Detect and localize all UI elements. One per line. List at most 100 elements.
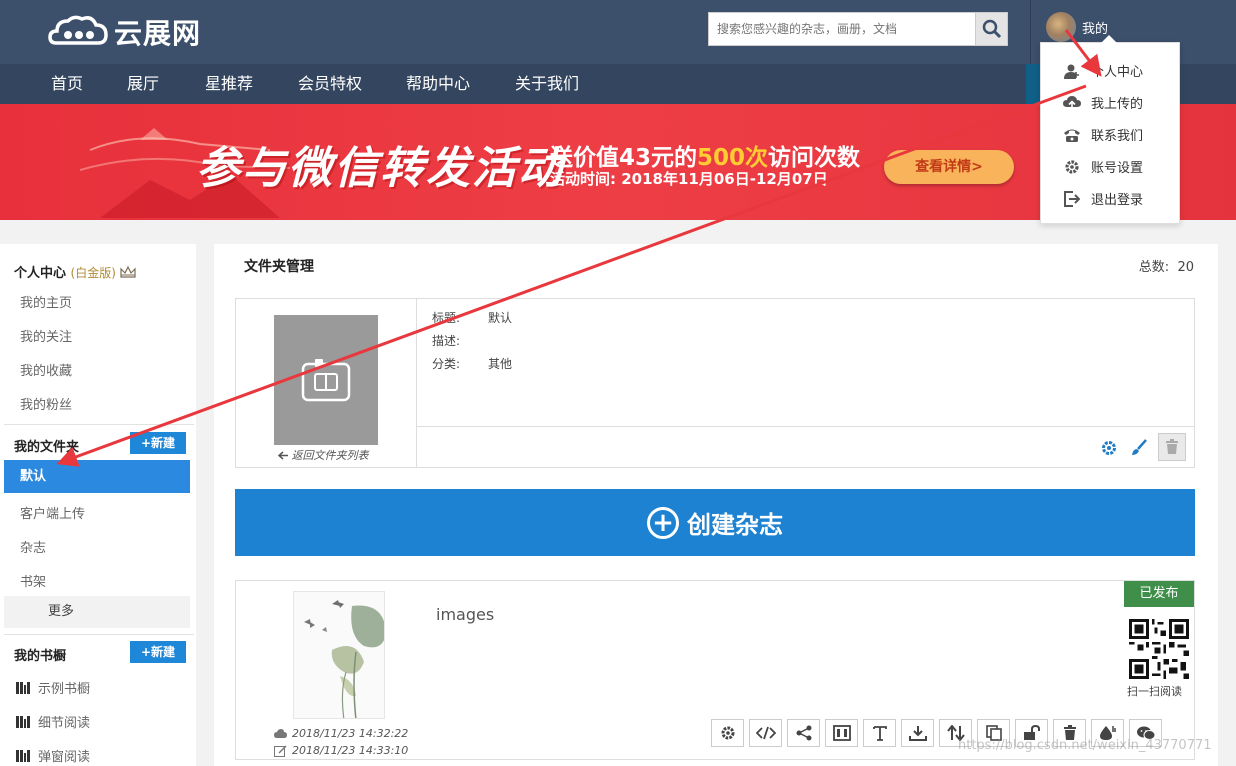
sidebar-item-following[interactable]: 我的关注 (20, 326, 72, 345)
created-date-value: 2018/11/23 14:32:22 (292, 727, 409, 740)
qr-code-image (1129, 619, 1189, 679)
title-key: 标题: (432, 311, 461, 325)
banner-period: 活动时间: 2018年11月06日-12月07日 (550, 170, 828, 188)
text-button[interactable] (863, 719, 896, 747)
sidebar-shelf-title: 我的书橱 (14, 649, 67, 664)
nav-help[interactable]: 帮助中心 (406, 64, 470, 104)
lotus-illustration (304, 600, 384, 718)
share-button[interactable] (787, 719, 820, 747)
phone-icon (1063, 127, 1081, 143)
reader-mode-button[interactable] (825, 719, 858, 747)
total-count: 总数: 20 (1139, 256, 1194, 275)
shelf-item-sample[interactable]: 示例书橱 (16, 678, 90, 697)
menu-item-label: 联系我们 (1091, 129, 1144, 144)
back-to-folders-link[interactable]: 返回文件夹列表 (277, 447, 369, 463)
nav-highlight (1026, 64, 1040, 104)
new-folder-button[interactable]: +新建 (130, 432, 186, 454)
banner-details-button[interactable]: 查看详情> (884, 150, 1014, 184)
folder-settings-button[interactable] (1100, 439, 1118, 461)
sidebar-item-favorites[interactable]: 我的收藏 (20, 360, 72, 379)
menu-item-logout[interactable]: 退出登录 (1063, 189, 1143, 208)
qr-code[interactable] (1129, 619, 1189, 679)
crown-icon (120, 265, 137, 278)
gear-icon (721, 726, 734, 740)
sidebar-divider (4, 424, 194, 425)
sidebar-more-button[interactable]: 更多 (4, 596, 190, 628)
sidebar-item-client-upload[interactable]: 客户端上传 (20, 503, 85, 522)
nav-vip[interactable]: 会员特权 (298, 64, 362, 104)
avatar (1046, 12, 1076, 42)
menu-item-label: 账号设置 (1091, 161, 1144, 176)
qr-label: 扫一扫阅读 (1127, 685, 1182, 698)
nav-home[interactable]: 首页 (51, 64, 83, 104)
sidebar-item-bookshelf[interactable]: 书架 (20, 571, 46, 590)
user-menu-trigger[interactable]: 我的 (1046, 12, 1108, 42)
membership-tag: (白金版) (70, 266, 116, 280)
menu-item-label: 退出登录 (1091, 193, 1144, 208)
sidebar-item-fans[interactable]: 我的粉丝 (20, 394, 72, 413)
embed-code-button[interactable] (749, 719, 782, 747)
user-icon (1063, 63, 1081, 79)
menu-item-label: 我上传的 (1091, 97, 1144, 112)
menu-item-personal-center[interactable]: 个人中心 (1063, 61, 1143, 80)
create-magazine-button[interactable]: + 创建杂志 (235, 489, 1195, 556)
folder-thumbnail[interactable] (274, 315, 378, 445)
magazine-settings-button[interactable] (711, 719, 744, 747)
create-magazine-label: 创建杂志 (687, 511, 783, 539)
category-value: 其他 (488, 357, 513, 371)
search-icon (982, 19, 1001, 39)
user-name: 我的 (1082, 21, 1109, 37)
site-logo[interactable]: 云展网 (48, 12, 201, 52)
code-icon (755, 726, 776, 740)
shelf-item-popup-read[interactable]: 弹窗阅读 (16, 746, 90, 765)
sidebar-center-title: 个人中心 (白金版) (14, 262, 137, 281)
folder-category-row: 分类: 其他 (432, 355, 512, 372)
new-shelf-button[interactable]: +新建 (130, 641, 186, 663)
sidebar-item-magazine[interactable]: 杂志 (20, 537, 46, 556)
logout-icon (1063, 190, 1081, 207)
arrow-left-icon (277, 451, 288, 460)
menu-item-contact-us[interactable]: 联系我们 (1063, 125, 1143, 144)
nav-recommend[interactable]: 星推荐 (205, 64, 253, 104)
plus-circle-icon: + (647, 506, 679, 539)
back-label: 返回文件夹列表 (291, 449, 369, 462)
nav-about[interactable]: 关于我们 (515, 64, 579, 104)
search-button[interactable] (975, 13, 1007, 45)
folder-info-card: 返回文件夹列表 标题: 默认 描述: 分类: 其他 (235, 298, 1195, 468)
folder-edit-button[interactable] (1130, 439, 1148, 461)
edit-icon (274, 744, 287, 757)
share-icon (796, 725, 811, 741)
shelf-item-detail-read[interactable]: 细节阅读 (16, 712, 90, 731)
created-date: 2018/11/23 14:32:22 (274, 727, 408, 740)
magazine-title[interactable]: images (436, 605, 494, 624)
logo-text: 云展网 (114, 17, 202, 50)
menu-item-account-settings[interactable]: 账号设置 (1063, 157, 1143, 176)
text-icon (872, 726, 887, 741)
header-divider (1030, 0, 1031, 64)
folder-delete-button[interactable] (1158, 433, 1186, 461)
user-dropdown-menu: 个人中心 我上传的 联系我们 账号设置 退出登录 (1040, 35, 1180, 224)
menu-item-my-uploads[interactable]: 我上传的 (1063, 93, 1143, 112)
search-box (708, 12, 1008, 46)
sidebar-item-homepage[interactable]: 我的主页 (20, 292, 72, 311)
shelf-item-label: 弹窗阅读 (38, 750, 91, 765)
sidebar-item-default-folder[interactable]: 默认 (4, 460, 190, 493)
title-value: 默认 (488, 311, 513, 325)
menu-item-label: 个人中心 (1091, 65, 1144, 80)
search-input[interactable] (709, 13, 975, 45)
sidebar: 个人中心 (白金版) 我的主页 我的关注 我的收藏 我的粉丝 我的文件夹 +新建… (0, 244, 196, 766)
gear-icon (1063, 159, 1081, 175)
magazine-card: images 2018/11/23 14:32:22 2018/11/23 14… (235, 580, 1195, 760)
trash-icon (1166, 439, 1178, 454)
desc-key: 描述: (432, 334, 461, 348)
magazine-cover[interactable] (293, 591, 385, 719)
download-button[interactable] (901, 719, 934, 747)
cloud-logo-icon (48, 15, 108, 45)
folder-cover-area: 返回文件夹列表 (236, 299, 417, 467)
gear-icon (1102, 441, 1116, 455)
cloud-upload-icon (1063, 95, 1081, 111)
download-icon (908, 726, 927, 741)
sidebar-center-label: 个人中心 (14, 266, 67, 281)
nav-hall[interactable]: 展厅 (127, 64, 159, 104)
book-view-icon (832, 725, 851, 741)
